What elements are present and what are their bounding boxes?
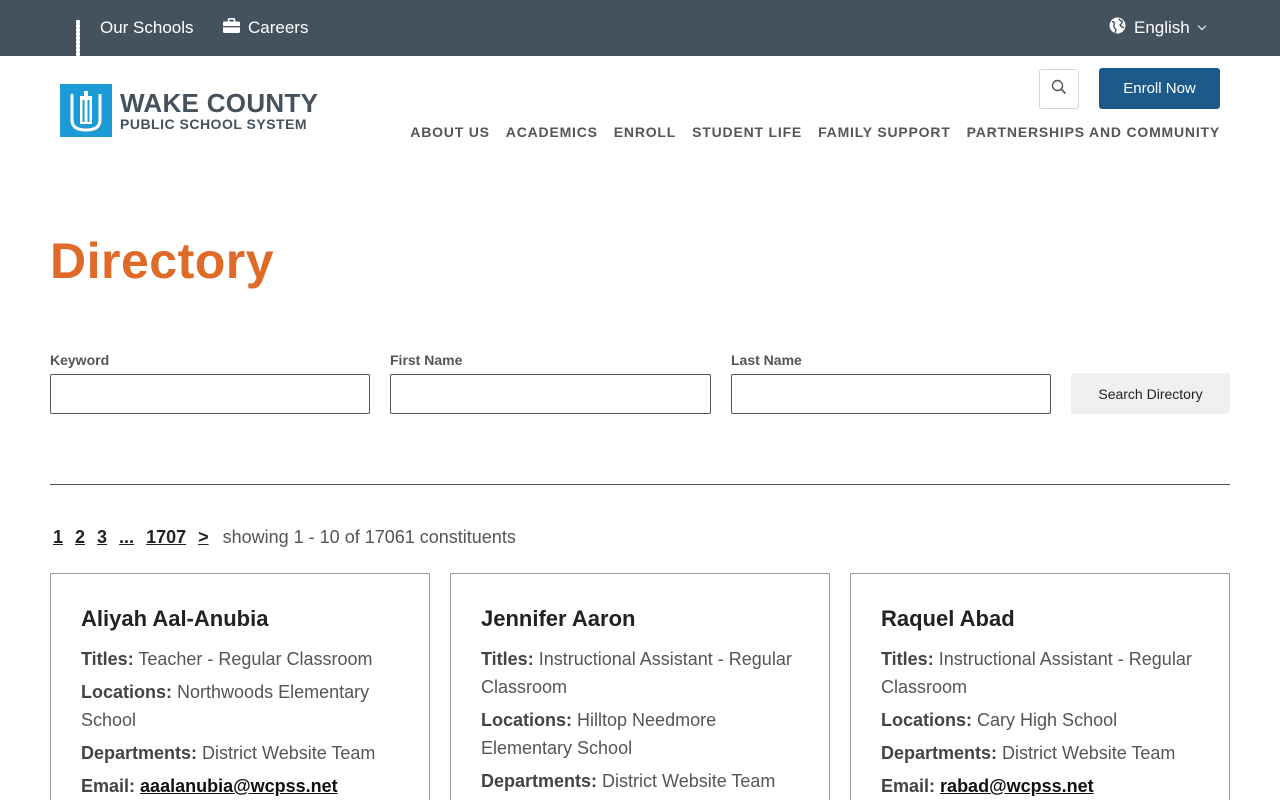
departments-label: Departments: <box>881 743 998 763</box>
first-name-label: First Name <box>390 352 463 368</box>
results-count: showing 1 - 10 of 17061 constituents <box>222 527 516 547</box>
utility-bar: Our Schools Careers English <box>0 0 1280 56</box>
titles-label: Titles: <box>81 649 134 669</box>
grid-icon <box>76 20 92 56</box>
main-nav: ABOUT US ACADEMICS ENROLL STUDENT LIFE F… <box>410 124 1220 140</box>
page-link-3[interactable]: 3 <box>97 527 107 548</box>
site-search-button[interactable] <box>1039 69 1079 109</box>
person-email: Email: aaalanubia@wcpss.net <box>81 772 399 800</box>
person-locations: Locations: Cary High School <box>881 706 1199 734</box>
person-name: Raquel Abad <box>881 606 1015 631</box>
nav-student-life[interactable]: STUDENT LIFE <box>692 124 802 140</box>
our-schools-link[interactable]: Our Schools <box>76 0 194 56</box>
departments-value: District Website Team <box>602 771 776 791</box>
careers-link[interactable]: Careers <box>223 0 308 56</box>
person-titles: Titles: Instructional Assistant - Regula… <box>481 645 799 701</box>
person-departments: Departments: District Website Team <box>481 767 799 795</box>
language-label: English <box>1134 18 1190 37</box>
page-link-ellipsis[interactable]: ... <box>119 527 134 548</box>
directory-card: Jennifer Aaron Titles: Instructional Ass… <box>450 573 830 800</box>
email-label: Email: <box>81 776 136 796</box>
departments-value: District Website Team <box>202 743 376 763</box>
page-title: Directory <box>50 233 275 289</box>
directory-card: Aliyah Aal-Anubia Titles: Teacher - Regu… <box>50 573 430 800</box>
person-departments: Departments: District Website Team <box>81 739 399 767</box>
last-name-label: Last Name <box>731 352 802 368</box>
page-link-next[interactable]: > <box>198 527 209 548</box>
nav-about-us[interactable]: ABOUT US <box>410 124 490 140</box>
person-email: Email: rabad@wcpss.net <box>881 772 1199 800</box>
person-titles: Titles: Teacher - Regular Classroom <box>81 645 399 673</box>
person-locations: Locations: Northwoods Elementary School <box>81 678 399 734</box>
departments-label: Departments: <box>481 771 598 791</box>
person-locations: Locations: Hilltop Needmore Elementary S… <box>481 706 799 762</box>
chevron-down-icon <box>1197 21 1207 31</box>
person-name: Aliyah Aal-Anubia <box>81 606 269 631</box>
keyword-label: Keyword <box>50 352 110 368</box>
locations-label: Locations: <box>481 710 573 730</box>
divider <box>50 484 1230 485</box>
person-name: Jennifer Aaron <box>481 606 636 631</box>
email-label: Email: <box>881 776 936 796</box>
locations-label: Locations: <box>81 682 173 702</box>
titles-label: Titles: <box>481 649 534 669</box>
logo-title: WAKE COUNTY <box>120 88 319 118</box>
careers-label: Careers <box>248 18 309 37</box>
directory-card: Raquel Abad Titles: Instructional Assist… <box>850 573 1230 800</box>
last-name-field-group: Last Name <box>731 352 1051 414</box>
nav-partnerships[interactable]: PARTNERSHIPS AND COMMUNITY <box>967 124 1220 140</box>
person-titles: Titles: Instructional Assistant - Regula… <box>881 645 1199 701</box>
nav-family-support[interactable]: FAMILY SUPPORT <box>818 124 951 140</box>
language-selector[interactable]: English <box>1109 0 1207 56</box>
logo-mark-icon <box>60 84 112 137</box>
keyword-field-group: Keyword <box>50 352 370 414</box>
enroll-now-button[interactable]: Enroll Now <box>1099 68 1220 109</box>
site-logo[interactable]: WAKE COUNTY PUBLIC SCHOOL SYSTEM <box>60 84 318 137</box>
page-link-2[interactable]: 2 <box>75 527 85 548</box>
email-link[interactable]: aaalanubia@wcpss.net <box>140 776 338 796</box>
first-name-input[interactable] <box>390 374 711 414</box>
our-schools-label: Our Schools <box>100 18 194 37</box>
departments-value: District Website Team <box>1002 743 1176 763</box>
departments-label: Departments: <box>81 743 198 763</box>
keyword-input[interactable] <box>50 374 370 414</box>
pagination: 1 2 3 ... 1707 > showing 1 - 10 of 17061… <box>53 527 516 548</box>
titles-value: Teacher - Regular Classroom <box>138 649 373 669</box>
page-link-1[interactable]: 1 <box>53 527 63 548</box>
logo-subtitle: PUBLIC SCHOOL SYSTEM <box>120 116 308 132</box>
page-link-last[interactable]: 1707 <box>146 527 186 548</box>
person-departments: Departments: District Website Team <box>881 739 1199 767</box>
search-directory-button[interactable]: Search Directory <box>1071 373 1230 414</box>
locations-value: Cary High School <box>977 710 1118 730</box>
search-icon <box>1051 79 1067 100</box>
first-name-field-group: First Name <box>390 352 711 414</box>
globe-icon <box>1109 17 1126 39</box>
nav-academics[interactable]: ACADEMICS <box>506 124 598 140</box>
titles-label: Titles: <box>881 649 934 669</box>
last-name-input[interactable] <box>731 374 1051 414</box>
locations-label: Locations: <box>881 710 973 730</box>
nav-enroll[interactable]: ENROLL <box>614 124 676 140</box>
briefcase-icon <box>223 18 240 38</box>
email-link[interactable]: rabad@wcpss.net <box>940 776 1094 796</box>
